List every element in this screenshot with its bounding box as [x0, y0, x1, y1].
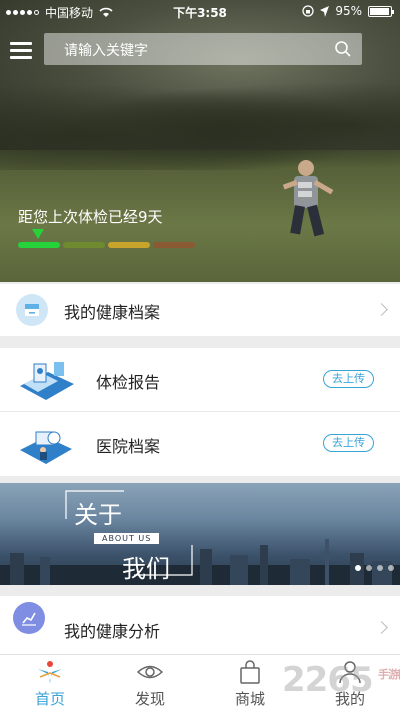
- tab-label: 首页: [34, 690, 65, 708]
- hospital-illustration-icon: [20, 431, 72, 464]
- about-us-banner[interactable]: 关于 ABOUT US 我们: [0, 483, 400, 585]
- home-logo-icon: [38, 661, 62, 683]
- watermark: 2265 手游网: [282, 660, 400, 700]
- record-title: 医院档案: [96, 437, 161, 456]
- meter-segment: [63, 242, 105, 248]
- watermark-sub: 手游网: [378, 668, 400, 681]
- file-cabinet-icon: [16, 294, 48, 326]
- tab-home[interactable]: 首页: [0, 655, 100, 711]
- banner-title-line2: 我们: [122, 555, 170, 583]
- location-icon: [320, 5, 330, 17]
- health-file-row[interactable]: 我的健康档案: [0, 284, 400, 336]
- records-card: 体检报告 去上传 医院档案 去上传: [0, 348, 400, 476]
- rotation-lock-icon: [302, 5, 314, 17]
- hero-banner: 中国移动 下午3:58 95% 请输入关键字 距您上次体检已经9天: [0, 0, 400, 282]
- record-title: 体检报告: [96, 373, 161, 392]
- menu-button[interactable]: [10, 42, 32, 60]
- health-meter: [18, 242, 195, 248]
- battery-percent: 95%: [335, 4, 362, 18]
- tab-label: 发现: [134, 690, 165, 708]
- pager-dot[interactable]: [377, 565, 383, 571]
- trend-chart-icon: [13, 602, 45, 634]
- pager-dot[interactable]: [366, 565, 372, 571]
- city-skyline-image: [0, 539, 400, 585]
- days-since-checkup: 距您上次体检已经9天: [18, 208, 163, 226]
- health-analysis-title: 我的健康分析: [64, 622, 161, 641]
- record-row-checkup[interactable]: 体检报告 去上传: [0, 348, 400, 411]
- pager-dot[interactable]: [355, 565, 361, 571]
- chevron-right-icon: [375, 303, 388, 316]
- banner-tag: ABOUT US: [94, 533, 160, 544]
- status-bar: 中国移动 下午3:58 95%: [0, 0, 400, 22]
- chevron-right-icon: [375, 621, 388, 634]
- health-file-title: 我的健康档案: [64, 303, 161, 322]
- tab-discover[interactable]: 发现: [100, 655, 200, 711]
- meter-segment: [153, 242, 195, 248]
- pager-dot[interactable]: [388, 565, 394, 571]
- search-input[interactable]: 请输入关键字: [44, 33, 362, 65]
- search-placeholder: 请输入关键字: [64, 43, 148, 59]
- running-child-image: [282, 160, 334, 237]
- banner-pager: [355, 565, 394, 571]
- search-icon[interactable]: [334, 40, 352, 58]
- health-analysis-row[interactable]: 我的健康分析: [0, 596, 400, 654]
- upload-button[interactable]: 去上传: [323, 370, 374, 388]
- upload-button[interactable]: 去上传: [323, 434, 374, 452]
- checkup-illustration-icon: [20, 362, 74, 400]
- shopping-bag-icon: [240, 660, 260, 684]
- app-screen: 中国移动 下午3:58 95% 请输入关键字 距您上次体检已经9天 我的健康档案…: [0, 0, 400, 711]
- meter-segment: [18, 242, 60, 248]
- health-meter-marker: [32, 229, 44, 239]
- record-row-hospital[interactable]: 医院档案 去上传: [0, 412, 400, 476]
- meter-segment: [108, 242, 150, 248]
- banner-title-line1: 关于: [74, 501, 122, 529]
- battery-icon: [368, 5, 394, 17]
- eye-icon: [136, 665, 164, 679]
